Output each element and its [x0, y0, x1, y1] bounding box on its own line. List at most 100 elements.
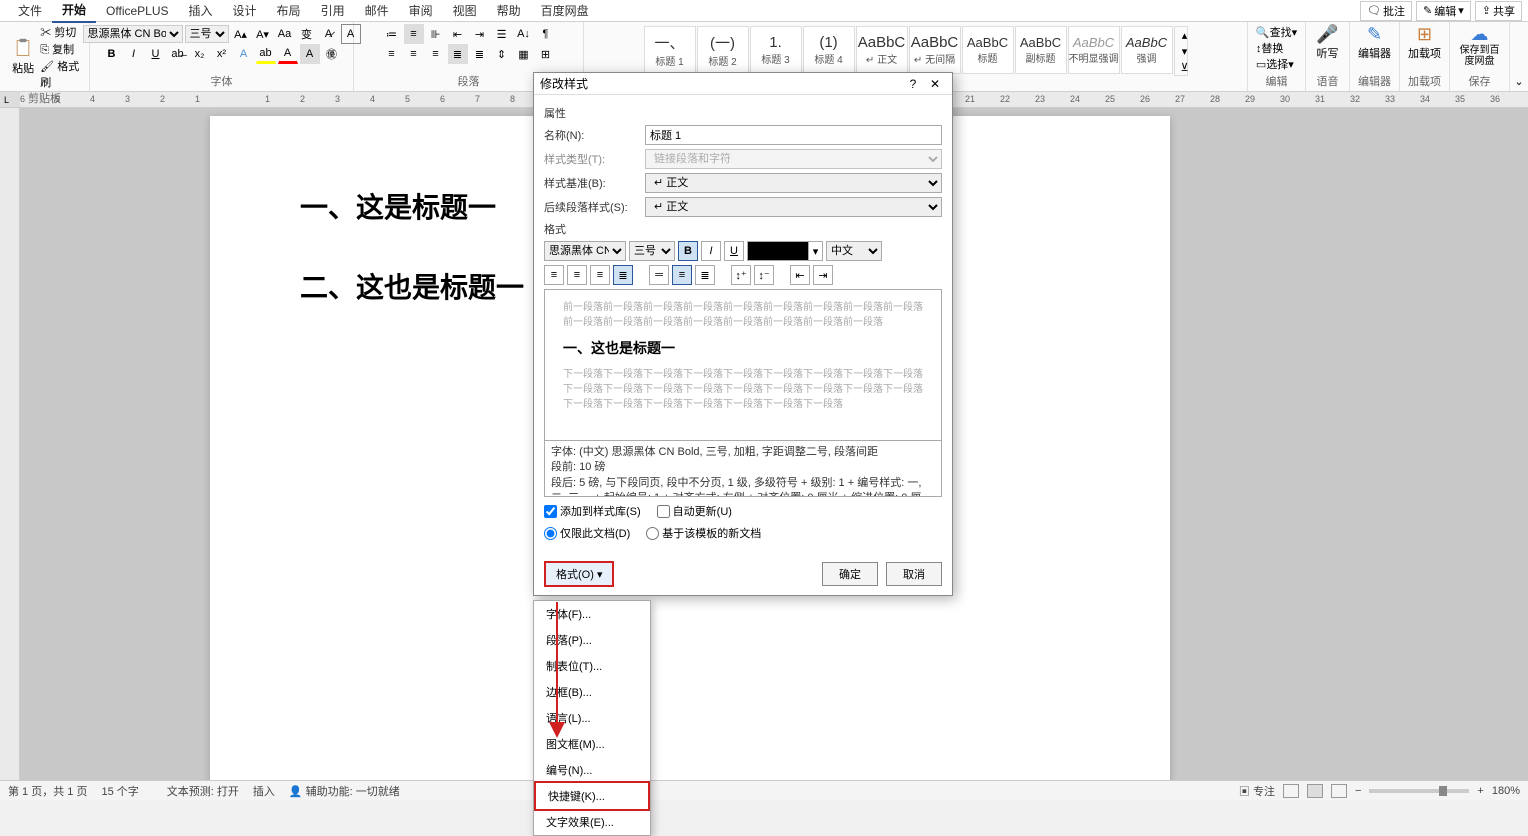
distribute-button[interactable]: ≣	[470, 44, 490, 64]
comments-button[interactable]: 🗨批注	[1360, 1, 1412, 21]
menu-text-effects[interactable]: 文字效果(E)...	[534, 809, 650, 835]
ltr-button[interactable]: ☰	[492, 24, 512, 44]
menu-home[interactable]: 开始	[52, 0, 96, 23]
styles-scroll-down[interactable]: ▾	[1175, 43, 1195, 59]
clear-format-button[interactable]: A̷	[319, 24, 339, 44]
dlg-font-size-select[interactable]: 三号	[629, 241, 675, 261]
copy-button[interactable]: ⎘ 复制	[40, 41, 83, 57]
only-this-doc-radio[interactable]: 仅限此文档(D)	[544, 525, 630, 541]
sort-button[interactable]: A↓	[514, 24, 534, 44]
read-mode-button[interactable]	[1283, 784, 1299, 798]
style-heading2[interactable]: (一)标题 2	[697, 26, 749, 74]
highlight-button[interactable]: ab	[256, 44, 276, 64]
dlg-underline-button[interactable]: U	[724, 241, 744, 261]
vertical-ruler[interactable]	[0, 108, 20, 780]
font-size-select[interactable]: 三号	[185, 25, 229, 43]
style-title[interactable]: AaBbC标题	[962, 26, 1014, 74]
menu-officeplus[interactable]: OfficePLUS	[96, 1, 178, 21]
select-button[interactable]: ▭选择▾	[1256, 56, 1297, 72]
menu-help[interactable]: 帮助	[487, 0, 531, 22]
based-on-select[interactable]: ↵ 正文	[645, 173, 942, 193]
dlg-font-family-select[interactable]: 思源黑体 CN B	[544, 241, 626, 261]
style-nospace[interactable]: AaBbC↵ 无间隔	[909, 26, 961, 74]
menu-font[interactable]: 字体(F)...	[534, 601, 650, 627]
find-button[interactable]: 🔍查找▾	[1256, 24, 1297, 40]
numbering-button[interactable]: ≡	[404, 24, 424, 44]
text-prediction[interactable]: 文本预测: 打开	[167, 783, 239, 799]
dictate-button[interactable]: 🎤听写	[1308, 24, 1348, 61]
cut-button[interactable]: ✂ 剪切	[40, 24, 83, 40]
dlg-bold-button[interactable]: B	[678, 241, 698, 261]
zoom-slider[interactable]	[1369, 789, 1469, 793]
bold-button[interactable]: B	[102, 44, 122, 64]
line-spacing-button[interactable]: ⇕	[492, 44, 512, 64]
replace-button[interactable]: ↕替换	[1256, 40, 1297, 56]
font-family-select[interactable]: 思源黑体 CN Bo	[83, 25, 183, 43]
add-to-gallery-checkbox[interactable]: 添加到样式库(S)	[544, 503, 641, 519]
dlg-indent-dec[interactable]: ⇤	[790, 265, 810, 285]
style-normal[interactable]: AaBbC↵ 正文	[856, 26, 908, 74]
editor-button[interactable]: ✎编辑器	[1355, 24, 1395, 61]
dlg-color-swatch[interactable]	[747, 241, 809, 261]
dlg-1.5-space[interactable]: ≡	[672, 265, 692, 285]
dlg-indent-inc[interactable]: ⇥	[813, 265, 833, 285]
dlg-align-right[interactable]: ≡	[590, 265, 610, 285]
menu-shortcut[interactable]: 快捷键(K)...	[534, 781, 650, 811]
zoom-level[interactable]: 180%	[1492, 785, 1520, 797]
underline-button[interactable]: U	[146, 44, 166, 64]
menu-paragraph[interactable]: 段落(P)...	[534, 627, 650, 653]
style-subtitle[interactable]: AaBbC副标题	[1015, 26, 1067, 74]
style-heading3[interactable]: 1.标题 3	[750, 26, 802, 74]
dlg-italic-button[interactable]: I	[701, 241, 721, 261]
print-layout-button[interactable]	[1307, 784, 1323, 798]
auto-update-checkbox[interactable]: 自动更新(U)	[657, 503, 732, 519]
menu-border[interactable]: 边框(B)...	[534, 679, 650, 705]
menu-file[interactable]: 文件	[8, 0, 52, 22]
word-count[interactable]: 15 个字	[101, 783, 138, 799]
style-heading4[interactable]: (1)标题 4	[803, 26, 855, 74]
char-shading-button[interactable]: A	[300, 44, 320, 64]
share-button[interactable]: ⇪共享	[1475, 1, 1522, 21]
dialog-close-button[interactable]: ✕	[924, 77, 946, 91]
dlg-justify[interactable]: ≣	[613, 265, 633, 285]
dlg-space-before-dec[interactable]: ↕⁻	[754, 265, 774, 285]
zoom-out-button[interactable]: −	[1355, 785, 1361, 797]
dlg-color-dropdown[interactable]: ▾	[809, 241, 823, 261]
paste-button[interactable]: 粘贴	[6, 24, 40, 90]
dlg-single-space[interactable]: ═	[649, 265, 669, 285]
web-layout-button[interactable]	[1331, 784, 1347, 798]
show-marks-button[interactable]: ¶	[536, 24, 556, 44]
collapse-ribbon-button[interactable]: ⌄	[1510, 71, 1528, 91]
ok-button[interactable]: 确定	[822, 562, 878, 586]
dlg-align-center[interactable]: ≡	[567, 265, 587, 285]
menu-view[interactable]: 视图	[443, 0, 487, 22]
dlg-lang-select[interactable]: 中文	[826, 241, 882, 261]
styles-expand[interactable]: ⊻	[1175, 59, 1195, 75]
menu-tabs[interactable]: 制表位(T)...	[534, 653, 650, 679]
menu-numbering[interactable]: 编号(N)...	[534, 757, 650, 783]
zoom-in-button[interactable]: +	[1477, 785, 1483, 797]
multilevel-button[interactable]: ⊪	[426, 24, 446, 44]
editing-button[interactable]: ✎编辑 ▾	[1416, 1, 1471, 21]
enclose-char-button[interactable]: ㊝	[322, 44, 342, 64]
borders-button[interactable]: ⊞	[536, 44, 556, 64]
menu-references[interactable]: 引用	[311, 0, 355, 22]
dialog-help-button[interactable]: ?	[902, 77, 924, 91]
styles-scroll-up[interactable]: ▴	[1175, 27, 1195, 43]
dialog-titlebar[interactable]: 修改样式 ? ✕	[534, 73, 952, 95]
menu-layout[interactable]: 布局	[267, 0, 311, 22]
style-subtle[interactable]: AaBbC不明显强调	[1068, 26, 1120, 74]
following-select[interactable]: ↵ 正文	[645, 197, 942, 217]
dlg-space-before-inc[interactable]: ↕⁺	[731, 265, 751, 285]
format-menu-button[interactable]: 格式(O) ▾	[544, 561, 614, 587]
align-left-button[interactable]: ≡	[382, 44, 402, 64]
dlg-align-left[interactable]: ≡	[544, 265, 564, 285]
shrink-font-button[interactable]: A▾	[253, 24, 273, 44]
italic-button[interactable]: I	[124, 44, 144, 64]
insert-mode[interactable]: 插入	[253, 783, 275, 799]
align-right-button[interactable]: ≡	[426, 44, 446, 64]
menu-design[interactable]: 设计	[223, 0, 267, 22]
menu-baidu[interactable]: 百度网盘	[531, 0, 599, 22]
style-emphasis[interactable]: AaBbC强调	[1121, 26, 1173, 74]
style-heading1[interactable]: 一、标题 1	[644, 26, 696, 74]
